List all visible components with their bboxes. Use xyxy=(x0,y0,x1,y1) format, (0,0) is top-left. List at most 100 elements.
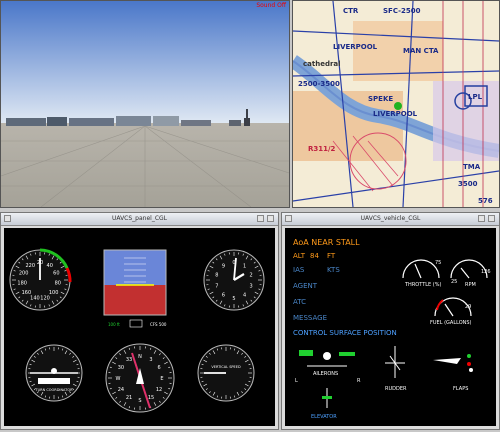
heading-indicator-number: E xyxy=(160,376,163,382)
altimeter-number: 8 xyxy=(215,272,218,278)
heading-bug-box xyxy=(130,320,142,327)
svg-text:R: R xyxy=(357,378,361,384)
heading-indicator-number: 3 xyxy=(149,357,152,363)
heading-indicator-number: 21 xyxy=(126,395,132,401)
airspeed-indicator-number: 140 xyxy=(30,295,40,301)
altimeter-number: 5 xyxy=(232,296,235,302)
vehicle-minimize-button[interactable] xyxy=(478,215,485,222)
map-label-cathedral: cathedral xyxy=(303,60,341,68)
flaps-indicator-2 xyxy=(467,362,471,366)
fuel-tick: 29 xyxy=(465,304,471,310)
fuel-low-arc xyxy=(437,300,443,310)
panel-menu-button[interactable] xyxy=(4,215,11,222)
heading-indicator-number: S xyxy=(138,398,141,404)
rpm-tick-low: 25 xyxy=(451,279,457,285)
vfr-chart: CTR SFC-2500 LIVERPOOL MAN CTA 2500-3500… xyxy=(293,1,499,207)
panel-title: UAVCS_panel_CGL xyxy=(112,215,167,222)
altimeter-number: 6 xyxy=(222,293,225,299)
vehicle-menu-button[interactable] xyxy=(285,215,292,222)
airspeed-indicator-number: 220 xyxy=(25,263,35,269)
vertical-speed-indicator: VERTICAL SPEED xyxy=(198,345,254,401)
heading-indicator-number: 6 xyxy=(157,365,160,371)
chart-map[interactable]: CTR SFC-2500 LIVERPOOL MAN CTA 2500-3500… xyxy=(292,0,500,208)
flaps-label: FLAPS xyxy=(453,386,468,392)
attitude-indicator xyxy=(104,250,166,315)
vsi-label: VERTICAL SPEED xyxy=(211,365,241,369)
altimeter-number: 3 xyxy=(250,284,253,290)
vehicle-status-panel: AoA NEAR STALL ALT 84 FT IAS KTS AGENT A… xyxy=(285,228,496,426)
airspeed-indicator-number: 80 xyxy=(55,281,61,287)
sound-status: Sound Off xyxy=(256,2,286,9)
instrument-panel: 2040608010012014016018020022001234567891… xyxy=(4,228,275,426)
map-label-576: 576 xyxy=(478,197,493,205)
flaps-wing xyxy=(433,358,461,364)
turn-coordinator: TURN COORDINATOR xyxy=(26,345,82,401)
altimeter-number: 7 xyxy=(215,284,218,290)
elevator-bar xyxy=(322,396,332,399)
vehicle-window[interactable]: UAVCS_vehicle_CGL AoA NEAR STALL ALT 84 … xyxy=(281,212,500,430)
throttle-label: THROTTLE (%) xyxy=(404,282,441,288)
altimeter-number: 4 xyxy=(243,293,246,299)
panel-window[interactable]: UAVCS_panel_CGL 204060801001201401601802… xyxy=(0,212,279,430)
map-label-alt: 2500-3500 xyxy=(298,80,340,88)
ap-label-2: CFS 500 xyxy=(150,322,167,327)
fuel-label: FUEL (GALLONS) xyxy=(430,320,472,326)
rpm-needle xyxy=(461,268,469,278)
map-label-ctr: CTR xyxy=(343,7,359,15)
airspeed-indicator: 20406080100120140160180200220 xyxy=(10,250,70,310)
heading-indicator-number: 12 xyxy=(156,387,162,393)
sim-outside-view[interactable]: Sound Off xyxy=(0,0,290,208)
slip-ball-tube xyxy=(38,378,70,384)
map-label-man-cta: MAN CTA xyxy=(403,47,439,55)
panel-titlebar[interactable]: UAVCS_panel_CGL xyxy=(1,213,278,226)
airspeed-indicator-number: 60 xyxy=(53,271,59,277)
throttle-tick: 75 xyxy=(435,260,441,266)
heading-indicator-number: W xyxy=(116,376,121,382)
throttle-needle xyxy=(415,264,421,278)
heading-indicator: N36E1215S2124W3033 xyxy=(106,344,174,412)
heading-indicator-number: 30 xyxy=(118,365,124,371)
elevator-label: ELEVATOR xyxy=(311,414,337,420)
map-label-lpl: LPL xyxy=(468,93,483,101)
map-label-speke: SPEKE xyxy=(368,95,393,103)
sim-scene xyxy=(1,1,289,207)
altimeter: 0123456789 xyxy=(204,250,264,310)
fuel-needle xyxy=(445,304,453,316)
aileron-left-bar xyxy=(299,350,313,356)
map-label-sfc: SFC-2500 xyxy=(383,7,421,15)
map-label-danger: R311/2 xyxy=(308,145,336,153)
heading-indicator-number: 33 xyxy=(126,357,132,363)
ailerons-label: AILERONS xyxy=(313,371,338,377)
throttle-gauge-arc xyxy=(403,260,439,278)
map-label-tma: TMA xyxy=(463,163,481,171)
airspeed-indicator-number: 40 xyxy=(47,263,53,269)
rudder-label: RUDDER xyxy=(385,386,407,392)
panel-close-button[interactable] xyxy=(267,215,274,222)
altimeter-number: 2 xyxy=(250,272,253,278)
ap-label-1: 100 ft xyxy=(108,322,120,327)
vehicle-gauges: 75 25 126 29 THROTTLE (%) RPM FUEL (GALL… xyxy=(285,228,498,428)
airspeed-indicator-number: 120 xyxy=(40,295,50,301)
aileron-indicator xyxy=(323,352,331,360)
panel-minimize-button[interactable] xyxy=(257,215,264,222)
heading-indicator-number: 24 xyxy=(118,387,124,393)
vehicle-title: UAVCS_vehicle_CGL xyxy=(361,215,421,222)
flaps-indicator-1 xyxy=(467,354,471,358)
altimeter-number: 9 xyxy=(222,263,225,269)
turn-coordinator-label: TURN COORDINATOR xyxy=(34,388,73,392)
airspeed-indicator-number: 200 xyxy=(19,271,29,277)
altimeter-number: 1 xyxy=(243,263,246,269)
vehicle-close-button[interactable] xyxy=(488,215,495,222)
airspeed-indicator-number: 180 xyxy=(17,281,27,287)
airspeed-indicator-number: 100 xyxy=(49,290,59,296)
rpm-tick-high: 126 xyxy=(481,269,491,275)
map-label-liverpool: LIVERPOOL xyxy=(333,43,378,51)
svg-text:L: L xyxy=(295,378,298,384)
vehicle-titlebar[interactable]: UAVCS_vehicle_CGL xyxy=(282,213,499,226)
rpm-label: RPM xyxy=(465,282,476,288)
airspeed-indicator-number: 160 xyxy=(22,290,32,296)
map-label-3500: 3500 xyxy=(458,180,478,188)
flaps-indicator-3 xyxy=(469,368,473,372)
instrument-svg: 2040608010012014016018020022001234567891… xyxy=(4,228,277,428)
map-label-liverpool-airport: LIVERPOOL xyxy=(373,110,418,118)
